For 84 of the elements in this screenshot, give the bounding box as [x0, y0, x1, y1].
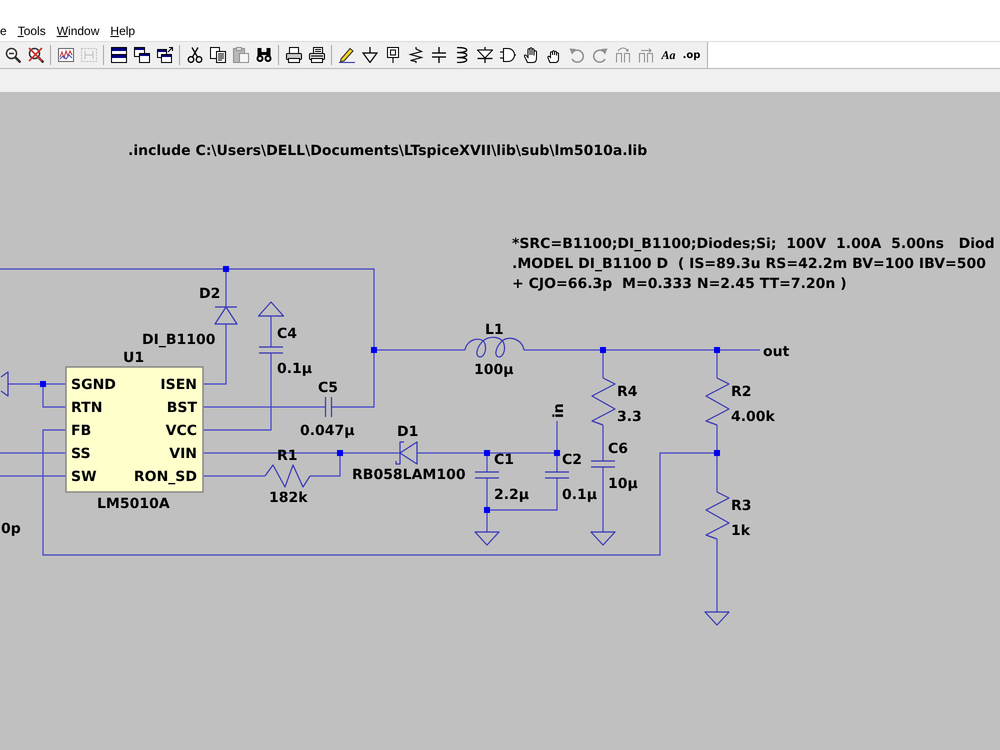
- window-tile-icon[interactable]: [110, 47, 126, 63]
- diode-symbol: [395, 441, 418, 465]
- diode-symbol: [214, 306, 238, 325]
- spice-model-line: + CJO=66.3p M=0.333 N=2.45 TT=7.20n ): [512, 276, 847, 292]
- part-reference: R3: [731, 498, 752, 514]
- ground-symbol: [0, 371, 9, 397]
- spice-directive: .include C:\Users\DELL\Documents\LTspiceXVII\lib\sub\lm5010a.lib: [128, 143, 648, 159]
- ground-symbol: [590, 531, 616, 546]
- part-reference: U1: [123, 350, 144, 366]
- zoom-out-icon[interactable]: [4, 47, 20, 63]
- part-reference: C6: [608, 441, 628, 457]
- part-value: 0.1µ: [562, 487, 598, 503]
- menu-item[interactable]: e: [0, 23, 7, 40]
- part-value: 100µ: [474, 362, 514, 378]
- pin-label: VCC: [166, 423, 197, 439]
- part-value: 3.3: [617, 409, 642, 425]
- spice-model-line: .MODEL DI_B1100 D ( IS=89.3u RS=42.2m BV=100 IBV=500: [512, 256, 986, 272]
- menu-item[interactable]: Window: [56, 23, 100, 40]
- gate-icon[interactable]: [500, 47, 516, 63]
- copy-icon[interactable]: [210, 47, 226, 63]
- menu-item[interactable]: Help: [110, 23, 136, 40]
- resistor-symbol: [591, 377, 616, 426]
- part-value: 10µ: [608, 476, 638, 492]
- resistor-icon[interactable]: [408, 47, 424, 63]
- pin-label: FB: [71, 423, 92, 439]
- part-reference: R4: [617, 384, 638, 400]
- pin-label: SS: [71, 446, 91, 462]
- part-value: 0.1µ: [277, 361, 312, 377]
- font-button[interactable]: Aa: [657, 46, 680, 64]
- part-reference: L1: [485, 322, 504, 338]
- ground-icon[interactable]: [362, 47, 378, 63]
- pin-label: ISEN: [160, 377, 197, 393]
- window-cascade-icon[interactable]: [134, 47, 150, 63]
- capacitor-symbol: [544, 471, 570, 479]
- part-value: DI_B1100: [142, 332, 216, 348]
- ground-symbol: [704, 611, 730, 626]
- part-reference: C4: [277, 326, 298, 342]
- part-reference: C2: [562, 452, 582, 468]
- part-reference: D1: [397, 424, 418, 440]
- capacitor-symbol: [474, 471, 500, 479]
- net-label: in: [551, 403, 567, 418]
- part-reference: R2: [731, 384, 752, 400]
- ground-symbol: [258, 301, 284, 317]
- capacitor-symbol: [258, 346, 284, 354]
- spice-model-line: *SRC=B1100;DI_B1100;Diodes;Si; 100V 1.00A 5.00ns Diod: [512, 236, 995, 252]
- part-reference: C5: [318, 380, 338, 396]
- pencil-icon[interactable]: [338, 47, 354, 63]
- part-value: RB058LAM100: [352, 467, 466, 483]
- part-value: 0.047µ: [300, 423, 355, 439]
- printer-icon[interactable]: [308, 47, 324, 63]
- net-label: out: [763, 344, 790, 360]
- printer-icon[interactable]: [286, 47, 302, 63]
- label-icon[interactable]: [384, 47, 400, 63]
- window-arrow-icon[interactable]: [156, 47, 172, 63]
- capacitor-symbol: [590, 460, 616, 468]
- pin-label: SW: [71, 469, 97, 485]
- hand-icon[interactable]: [522, 47, 538, 63]
- part-value: 0p: [1, 521, 21, 537]
- chart-icon[interactable]: [58, 47, 74, 63]
- part-value: 4.00k: [731, 409, 775, 425]
- menu-item[interactable]: Tools: [18, 23, 46, 40]
- resistor-symbol: [705, 491, 730, 540]
- part-value: 1k: [731, 523, 750, 539]
- part-value: LM5010A: [97, 496, 170, 512]
- capacitor-icon[interactable]: [430, 47, 446, 63]
- pin-label: BST: [166, 400, 197, 416]
- capacitor-symbol: [324, 396, 332, 418]
- part-value: 2.2µ: [494, 487, 530, 503]
- resistor-symbol: [705, 377, 730, 426]
- inductor-symbol: [464, 336, 525, 358]
- part-reference: D2: [199, 286, 220, 302]
- ground-symbol: [474, 531, 500, 546]
- resistor-symbol: [264, 464, 310, 488]
- pin-label: SGND: [71, 377, 116, 393]
- pin-label: RON_SD: [134, 469, 197, 485]
- binoculars-icon[interactable]: [256, 47, 272, 63]
- part-value: 182k: [269, 490, 308, 506]
- spice-directive-button[interactable]: .op: [680, 46, 703, 64]
- part-reference: C1: [494, 452, 514, 468]
- diode-icon[interactable]: [476, 47, 492, 63]
- pin-label: RTN: [71, 400, 102, 416]
- scissors-icon[interactable]: [186, 47, 202, 63]
- pin-label: VIN: [169, 446, 197, 462]
- zoom-cancel-icon[interactable]: [28, 47, 44, 63]
